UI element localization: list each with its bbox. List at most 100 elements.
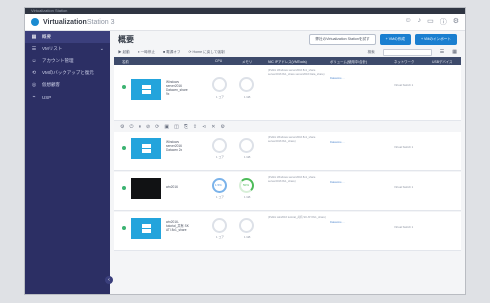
app-title-main: Virtualization	[43, 18, 87, 26]
chevron-down-icon[interactable]: ⌄	[100, 46, 104, 52]
console-icon[interactable]: ▣	[164, 124, 169, 130]
delete-icon[interactable]: ✕	[211, 124, 215, 130]
settings-icon[interactable]: ⚙	[453, 17, 459, 27]
vm-row[interactable]: win2016 1.5% 1 コア 50% 1 GB (Public Windo…	[114, 172, 461, 211]
snapshot-icon[interactable]: ◫	[174, 124, 179, 130]
memory-size: 1 GB	[244, 235, 251, 239]
vm-status-dot	[122, 146, 126, 150]
main-content: 概要 弊社のVirtualization Stationを試す + VMの作成 …	[110, 31, 465, 294]
power-off-action[interactable]: ■ 電源オフ	[163, 50, 181, 55]
try-station-button[interactable]: 弊社のVirtualization Stationを試す	[309, 33, 376, 45]
vm-thumbnail[interactable]	[131, 218, 161, 239]
sidebar-item-label: VMのバックアップと復元	[42, 70, 94, 75]
window-title: Virtualization Station	[31, 8, 68, 13]
vm-name[interactable]: Windows server2016 Datacen 2x	[166, 140, 190, 152]
vm-row[interactable]: Windows server2016 Datacen_share 9x 1 コア…	[114, 65, 461, 121]
sidebar-item-label: 概要	[42, 34, 51, 39]
grid-view-icon[interactable]: ▦	[452, 49, 457, 55]
sidebar: ▦ 概要 ☰ VMリスト ⌄ ☺ アカウント管理 ⟲ VMのバックアップと復元 …	[25, 31, 113, 294]
cpu-usage: 1.5%	[215, 183, 222, 187]
vm-ip-address: (Public Windows server2016 8x1_share ser…	[268, 176, 316, 183]
copy-icon[interactable]: ⎘	[184, 124, 188, 130]
memory-size: 1 GB	[244, 195, 251, 199]
sidebar-item-label: USP	[42, 94, 52, 100]
vm-thumbnail[interactable]	[131, 79, 161, 100]
col-name[interactable]: 名前	[122, 59, 129, 64]
sidebar-item-virtual[interactable]: ◎ 仮想顧客	[25, 79, 110, 91]
page-header: 概要 弊社のVirtualization Stationを試す + VMの作成 …	[110, 31, 465, 47]
col-ip[interactable]: NIC IPアドレス(VMTools)	[268, 59, 307, 64]
col-cpu[interactable]: CPU	[215, 59, 222, 63]
export-icon[interactable]: ⇪	[193, 124, 197, 130]
search-input[interactable]	[382, 48, 432, 56]
gear-icon[interactable]: ⚙	[120, 124, 124, 130]
vm-network: Virtual Switch 1	[394, 83, 414, 87]
col-volume[interactable]: ボリューム(使用中/合計)	[330, 59, 367, 64]
create-vm-button[interactable]: + VMの作成	[379, 33, 411, 45]
list-view-icon[interactable]: ☰	[440, 49, 444, 55]
vm-thumbnail[interactable]	[131, 138, 161, 159]
user-icon[interactable]: ☺	[404, 17, 411, 27]
vm-status-dot	[122, 186, 126, 190]
usb-icon: ⌁	[32, 94, 36, 100]
col-usb[interactable]: USBデバイス	[432, 59, 452, 64]
memory-size: 1 GB	[244, 155, 251, 159]
app-header: VirtualizationStation 3 ☺ ♪ ▭ ⓘ ⚙	[25, 14, 465, 31]
vm-action-bar: ⚙ ⏻ ⏸ ⊘ ⟳ ▣ ◫ ⎘ ⇪ ⋖ ✕ ⚙	[114, 122, 461, 131]
vm-volume[interactable]: Datastore ...	[330, 77, 378, 81]
pause-action[interactable]: ⏸ 一時停止	[138, 50, 155, 55]
bell-icon[interactable]: ♪	[418, 17, 422, 27]
vm-volume[interactable]: Datastore ...	[330, 221, 378, 225]
cpu-cores: 1 コア	[216, 235, 224, 239]
backup-icon: ⟲	[31, 70, 37, 76]
sidebar-item-label: VMリスト	[42, 46, 63, 51]
power-icon[interactable]: ⏻	[129, 124, 133, 130]
monitor-icon[interactable]: ▭	[427, 17, 434, 27]
windows-logo-icon	[141, 85, 151, 94]
vm-volume[interactable]: Datastore ...	[330, 181, 378, 185]
vm-network: Virtual Switch 1	[394, 225, 414, 229]
import-vm-button[interactable]: + VMのインポート	[414, 33, 457, 45]
app-title-light: Station 3	[86, 18, 115, 26]
sidebar-item-backup[interactable]: ⟲ VMのバックアップと復元	[25, 67, 110, 79]
app-logo-icon	[31, 18, 39, 26]
stop-icon[interactable]: ⊘	[146, 124, 150, 130]
cpu-cores: 1 コア	[216, 95, 224, 99]
sidebar-item-account[interactable]: ☺ アカウント管理	[25, 55, 110, 67]
vm-thumbnail[interactable]	[131, 178, 161, 199]
memory-size: 1 GB	[244, 95, 251, 99]
share-icon[interactable]: ⋖	[202, 124, 206, 130]
info-icon[interactable]: ⓘ	[440, 17, 447, 27]
vm-name[interactable]: win2016	[166, 185, 190, 189]
vm-row[interactable]: win2016-tutorial_共有 SK ATI 8x1_share 1 コ…	[114, 212, 461, 251]
start-action[interactable]: ▶ 起動	[118, 50, 130, 55]
table-header: 名前 CPU メモリ NIC IPアドレス(VMTools) ボリューム(使用中…	[114, 57, 461, 65]
page-title: 概要	[118, 34, 134, 44]
restart-icon[interactable]: ⟳	[155, 124, 159, 130]
cpu-gauge	[212, 77, 227, 92]
sidebar-item-overview[interactable]: ▦ 概要	[25, 31, 110, 43]
col-memory[interactable]: メモリ	[242, 59, 252, 64]
vm-ip-address: (Public Windows server2016 8x1_share ser…	[268, 136, 316, 143]
vm-name[interactable]: Windows server2016 Datacen_share 9x	[166, 80, 190, 96]
vm-row[interactable]: Windows server2016 Datacen 2x 1 コア 1 GB …	[114, 132, 461, 171]
cpu-cores: 1 コア	[216, 195, 224, 199]
vm-network: Virtual Switch 1	[394, 185, 414, 189]
col-network[interactable]: ネットワーク	[394, 59, 414, 64]
force-reset-action[interactable]: ⟳ Home に戻して強制	[189, 50, 225, 55]
header-buttons: 弊社のVirtualization Stationを試す + VMの作成 + V…	[309, 33, 457, 45]
windows-logo-icon	[141, 224, 151, 233]
screen: Virtualization Station VirtualizationSta…	[25, 8, 465, 294]
sidebar-item-label: 仮想顧客	[42, 82, 60, 87]
sidebar-item-vm-list[interactable]: ☰ VMリスト ⌄	[25, 43, 110, 55]
pause-icon[interactable]: ⏸	[138, 124, 141, 130]
globe-icon: ◎	[31, 82, 37, 88]
vm-name[interactable]: win2016-tutorial_共有 SK ATI 8x1_share	[166, 220, 190, 232]
settings-icon[interactable]: ⚙	[220, 124, 224, 130]
user-icon: ☺	[31, 58, 37, 64]
cpu-gauge	[212, 138, 227, 153]
vm-toolbar: ▶ 起動 ⏸ 一時停止 ■ 電源オフ ⟳ Home に戻して強制 検索 ☰ ▦	[110, 47, 465, 57]
sidebar-item-usp[interactable]: ⌁ USP	[25, 91, 110, 103]
vm-volume[interactable]: Datastore ...	[330, 141, 378, 145]
windows-logo-icon	[141, 144, 151, 153]
